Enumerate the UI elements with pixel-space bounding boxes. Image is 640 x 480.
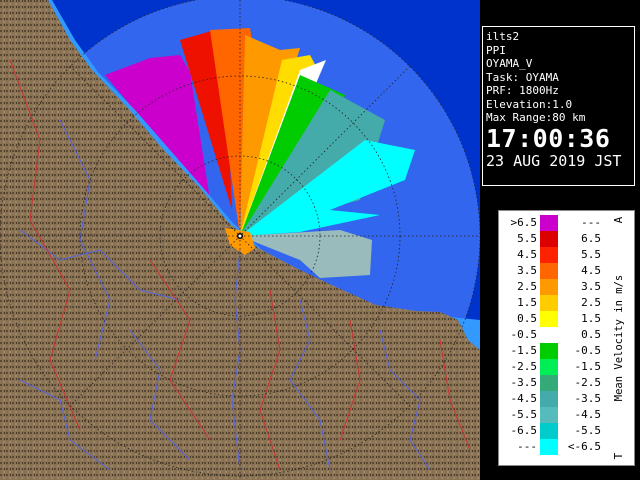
legend-range-low: 2.5 <box>517 280 537 293</box>
legend-color-swatch <box>540 359 558 375</box>
legend-range-high: 0.5 <box>581 328 601 341</box>
legend-color-swatch <box>540 439 558 455</box>
legend-range-low: -6.5 <box>510 424 538 437</box>
legend-range-high: -5.5 <box>574 424 602 437</box>
legend-color-swatch <box>540 343 558 359</box>
legend-color-swatch <box>540 231 558 247</box>
legend-color-swatch <box>540 215 558 231</box>
legend-range-high: 3.5 <box>581 280 601 293</box>
legend-range-high: -2.5 <box>574 376 602 389</box>
legend-row: -4.5 -3.5 <box>499 391 619 407</box>
legend-row: -3.5 -2.5 <box>499 375 619 391</box>
legend-row: --- <-6.5 <box>499 439 619 455</box>
legend-range-low: >6.5 <box>510 216 538 229</box>
legend-range-low: -2.5 <box>510 360 538 373</box>
legend-range-low: 4.5 <box>517 248 537 261</box>
legend-row: -0.5 0.5 <box>499 327 619 343</box>
legend-row: 0.5 1.5 <box>499 311 619 327</box>
legend-row: -1.5 -0.5 <box>499 343 619 359</box>
legend-range-low: 5.5 <box>517 232 537 245</box>
legend-bottom-marker: T <box>612 452 625 459</box>
legend-unit-label: A Mean Velocity in m/s T <box>612 216 625 459</box>
legend-row: -2.5 -1.5 <box>499 359 619 375</box>
legend-range-high: -1.5 <box>574 360 602 373</box>
legend-range-low: 0.5 <box>517 312 537 325</box>
scan-time: 17:00:36 <box>486 123 611 153</box>
legend-range-low: 1.5 <box>517 296 537 309</box>
legend-range-low: -1.5 <box>510 344 538 357</box>
legend-range-low: --- <box>517 440 537 453</box>
legend-row: 2.5 3.5 <box>499 279 619 295</box>
legend-range-high: -4.5 <box>574 408 602 421</box>
legend-top-marker: A <box>612 216 625 223</box>
legend-range-low: -0.5 <box>510 328 538 341</box>
legend-color-swatch <box>540 263 558 279</box>
radar-viewer: ilts2 PPI OYAMA_V Task: OYAMA PRF: 1800H… <box>0 0 640 480</box>
legend-color-swatch <box>540 247 558 263</box>
legend-color-swatch <box>540 375 558 391</box>
legend-color-swatch <box>540 327 558 343</box>
legend-range-high: --- <box>581 216 601 229</box>
velocity-legend: >6.5 --- 5.5 6.5 4.5 5.5 3.5 4.5 2.5 3.5 1.5 2.5 0.5… <box>498 210 635 466</box>
legend-row: 5.5 6.5 <box>499 231 619 247</box>
legend-row: 3.5 4.5 <box>499 263 619 279</box>
legend-unit-text: Mean Velocity in m/s <box>613 275 625 401</box>
legend-color-swatch <box>540 279 558 295</box>
legend-range-high: -3.5 <box>574 392 602 405</box>
legend-range-high: 2.5 <box>581 296 601 309</box>
legend-row: 4.5 5.5 <box>499 247 619 263</box>
elevation-value: Elevation:1.0 <box>486 97 573 111</box>
scan-type: PPI <box>486 43 506 57</box>
legend-range-high: 5.5 <box>581 248 601 261</box>
legend-row: >6.5 --- <box>499 215 619 231</box>
scan-date: 23 AUG 2019 JST <box>486 151 622 170</box>
legend-row: -6.5 -5.5 <box>499 423 619 439</box>
legend-row: -5.5 -4.5 <box>499 407 619 423</box>
scan-info-box: ilts2 PPI OYAMA_V Task: OYAMA PRF: 1800H… <box>482 26 635 186</box>
legend-range-low: 3.5 <box>517 264 537 277</box>
legend-range-high: 1.5 <box>581 312 601 325</box>
legend-range-low: -4.5 <box>510 392 538 405</box>
radar-site-marker <box>237 233 243 239</box>
legend-range-low: -3.5 <box>510 376 538 389</box>
legend-color-swatch <box>540 295 558 311</box>
legend-color-swatch <box>540 423 558 439</box>
product-name: OYAMA_V <box>486 57 533 70</box>
max-range-value: Max Range:80 km <box>486 111 586 124</box>
legend-color-swatch <box>540 391 558 407</box>
radar-name: ilts2 <box>486 30 520 43</box>
legend-range-high: 6.5 <box>581 232 601 245</box>
task-name: Task: OYAMA <box>486 70 559 84</box>
legend-range-high: <-6.5 <box>567 440 601 453</box>
legend-row: 1.5 2.5 <box>499 295 619 311</box>
legend-range-low: -5.5 <box>510 408 538 421</box>
radar-ppi-map[interactable] <box>0 0 480 480</box>
prf-value: PRF: 1800Hz <box>486 84 559 97</box>
legend-range-high: -0.5 <box>574 344 602 357</box>
info-panel: ilts2 PPI OYAMA_V Task: OYAMA PRF: 1800H… <box>480 0 640 480</box>
legend-color-swatch <box>540 311 558 327</box>
legend-color-swatch <box>540 407 558 423</box>
legend-range-high: 4.5 <box>581 264 601 277</box>
